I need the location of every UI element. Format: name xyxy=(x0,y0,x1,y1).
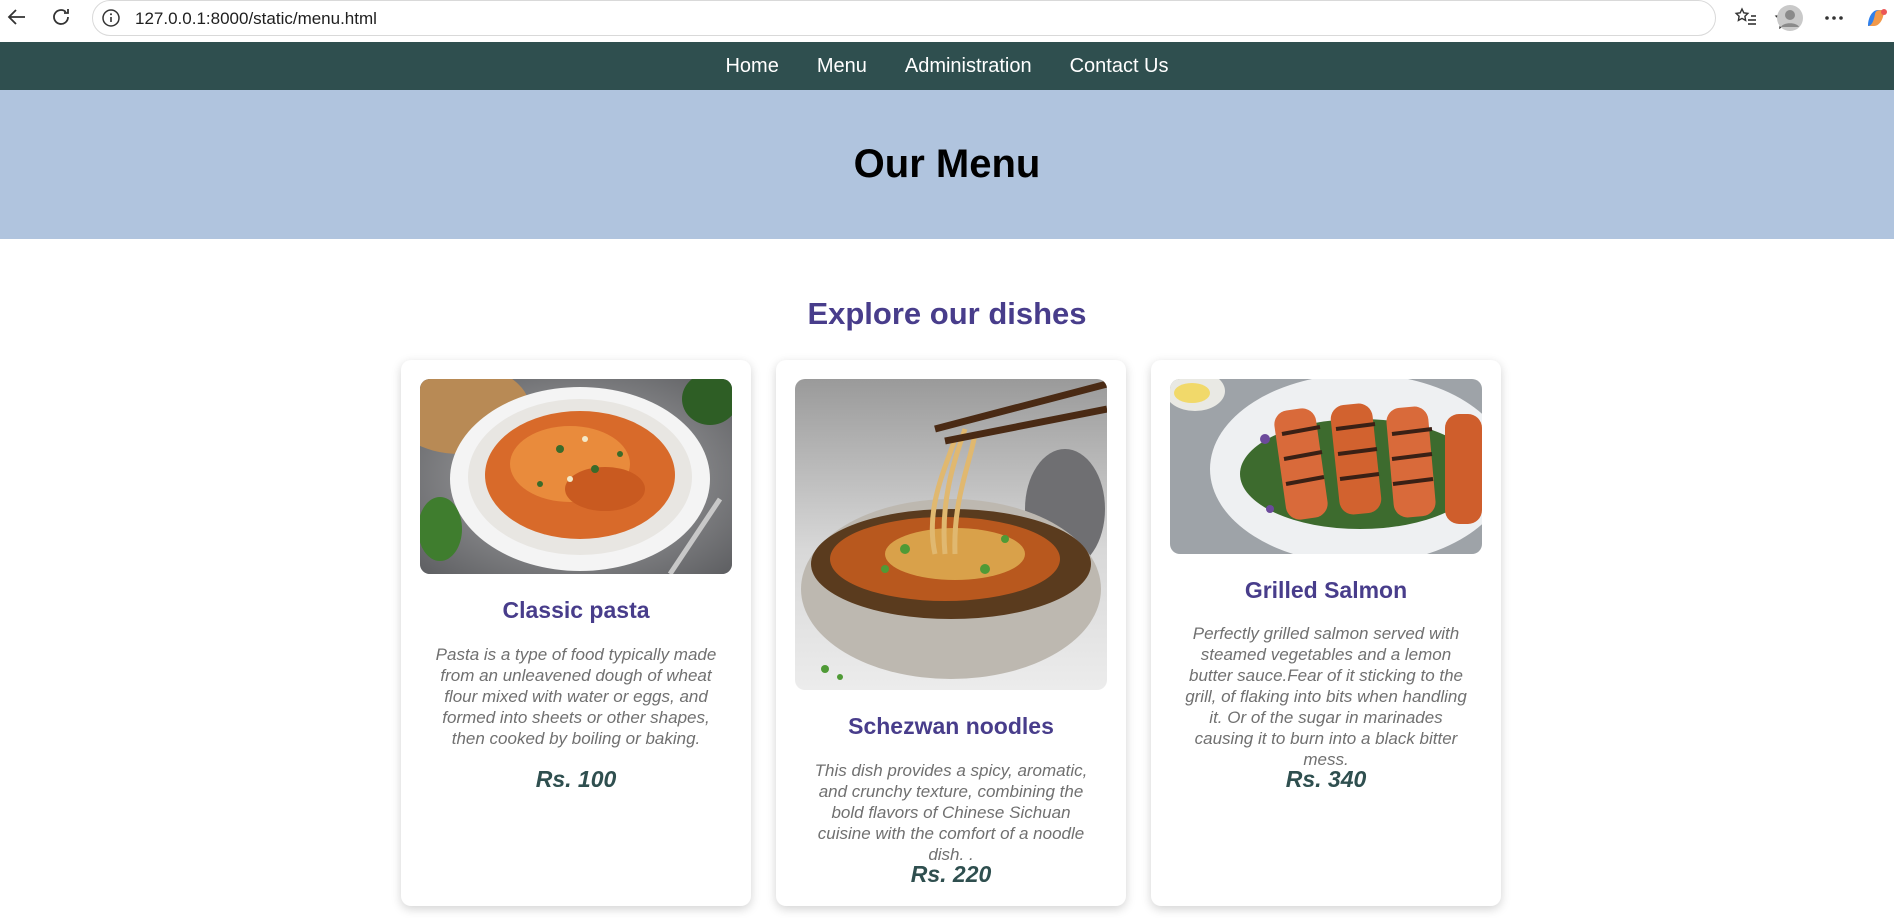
noodles-photo xyxy=(795,379,1107,690)
nav-contact-link[interactable]: Contact Us xyxy=(1070,55,1169,78)
site-info-icon[interactable] xyxy=(101,8,121,28)
dish-description: Perfectly grilled salmon served with ste… xyxy=(1185,624,1467,769)
favorites-list-icon[interactable] xyxy=(1732,4,1760,32)
page-header: Our Menu xyxy=(0,90,1894,239)
dish-description: Pasta is a type of food typically made f… xyxy=(435,645,717,748)
nav-administration-link[interactable]: Administration xyxy=(905,55,1032,78)
dish-price: Rs. 340 xyxy=(1285,766,1367,792)
dish-card-salmon: Grilled Salmon Perfectly grilled salmon … xyxy=(1151,360,1501,906)
main-navbar: Home Menu Administration Contact Us xyxy=(0,42,1894,90)
dish-name: Classic pasta xyxy=(502,597,650,623)
copilot-icon[interactable] xyxy=(1862,4,1890,32)
salmon-photo xyxy=(1170,379,1482,554)
page-title: Our Menu xyxy=(853,142,1041,186)
back-arrow-icon[interactable] xyxy=(2,2,32,32)
dish-description: This dish provides a spicy, aromatic, an… xyxy=(814,761,1088,864)
dish-price: Rs. 220 xyxy=(910,861,992,887)
more-options-icon[interactable] xyxy=(1820,4,1848,32)
profile-avatar-icon[interactable] xyxy=(1776,4,1804,32)
dish-name: Grilled Salmon xyxy=(1244,577,1408,603)
nav-home-link[interactable]: Home xyxy=(725,55,778,78)
dish-card-pasta: Classic pasta Pasta is a type of food ty… xyxy=(401,360,751,906)
address-url[interactable]: 127.0.0.1:8000/static/menu.html xyxy=(135,9,377,29)
dish-price: Rs. 100 xyxy=(535,766,617,792)
nav-menu-link[interactable]: Menu xyxy=(817,55,867,78)
refresh-icon[interactable] xyxy=(46,2,76,32)
dish-name: Schezwan noodles xyxy=(848,713,1054,739)
address-bar[interactable]: 127.0.0.1:8000/static/menu.html xyxy=(92,0,1798,36)
browser-toolbar: 127.0.0.1:8000/static/menu.html xyxy=(0,0,1894,42)
section-title: Explore our dishes xyxy=(807,296,1087,331)
pasta-photo xyxy=(420,379,732,574)
dish-card-noodles: Schezwan noodles This dish provides a sp… xyxy=(776,360,1126,906)
